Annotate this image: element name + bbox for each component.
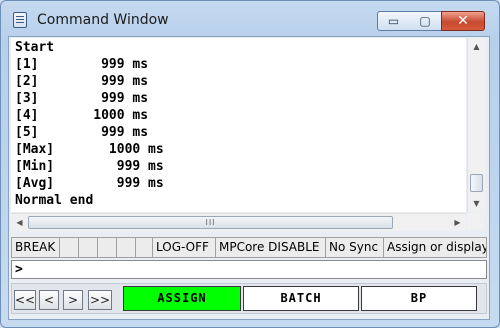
nav-next-button[interactable]: > — [63, 290, 83, 310]
scroll-grip-icon: III — [205, 218, 216, 227]
status-state: BREAK — [12, 238, 60, 257]
vertical-scrollbar[interactable]: ▲ ▼ — [467, 38, 485, 212]
assign-button[interactable]: ASSIGN — [123, 286, 241, 311]
status-indicator — [136, 238, 153, 257]
nav-last-button[interactable]: >> — [88, 290, 112, 310]
scroll-right-arrow-icon[interactable]: ▶ — [449, 214, 466, 231]
close-button[interactable]: ✕ — [441, 11, 485, 31]
output-line: [Min] 999 ms — [15, 159, 164, 174]
status-sync: No Sync — [326, 238, 384, 257]
output-line: [4] 1000 ms — [15, 108, 149, 123]
minimize-button[interactable]: ▭ — [377, 11, 410, 31]
softkey-bar: << < > >> ASSIGN BATCH BP — [11, 283, 487, 314]
status-indicator — [60, 238, 79, 257]
output-line: Normal end — [15, 193, 94, 208]
scroll-down-arrow-icon[interactable]: ▼ — [468, 195, 485, 212]
command-prompt: > — [15, 262, 23, 277]
status-log: LOG-OFF — [153, 238, 216, 257]
status-bar: BREAK LOG-OFF MPCore DISABLE No Sync Ass… — [11, 237, 487, 258]
maximize-button[interactable]: ▢ — [409, 11, 442, 31]
nav-first-button[interactable]: << — [14, 290, 36, 310]
output-line: [2] 999 ms — [15, 74, 149, 89]
batch-button[interactable]: BATCH — [243, 286, 359, 311]
output-line: [5] 999 ms — [15, 125, 149, 140]
horizontal-scroll-thumb[interactable]: III — [28, 216, 393, 229]
command-window-icon — [13, 12, 27, 28]
horizontal-scrollbar[interactable]: ◀ III ▶ — [11, 213, 466, 231]
status-mpcore: MPCore DISABLE — [216, 238, 326, 257]
scroll-left-arrow-icon[interactable]: ◀ — [11, 214, 28, 231]
output-line: Start — [15, 40, 55, 55]
output-line: [1] 999 ms — [15, 57, 149, 72]
title-bar[interactable]: Command Window ▭ ▢ ✕ — [1, 1, 499, 37]
status-indicator — [79, 238, 98, 257]
output-line: [Avg] 999 ms — [15, 176, 164, 191]
vertical-scroll-thumb[interactable] — [470, 174, 483, 192]
output-pane[interactable]: Start [1] 999 ms [2] 999 ms [3] 999 ms [… — [11, 38, 466, 212]
bp-button[interactable]: BP — [361, 286, 477, 311]
scrollbar-corner — [467, 213, 484, 230]
status-hint: Assign or display — [387, 240, 487, 254]
status-indicator — [98, 238, 117, 257]
output-line: [3] 999 ms — [15, 91, 149, 106]
status-indicator — [117, 238, 136, 257]
command-input[interactable]: > — [11, 260, 487, 279]
window-title: Command Window — [37, 12, 169, 28]
output-line: [Max] 1000 ms — [15, 142, 164, 157]
nav-prev-button[interactable]: < — [39, 290, 59, 310]
scroll-up-arrow-icon[interactable]: ▲ — [468, 38, 485, 55]
